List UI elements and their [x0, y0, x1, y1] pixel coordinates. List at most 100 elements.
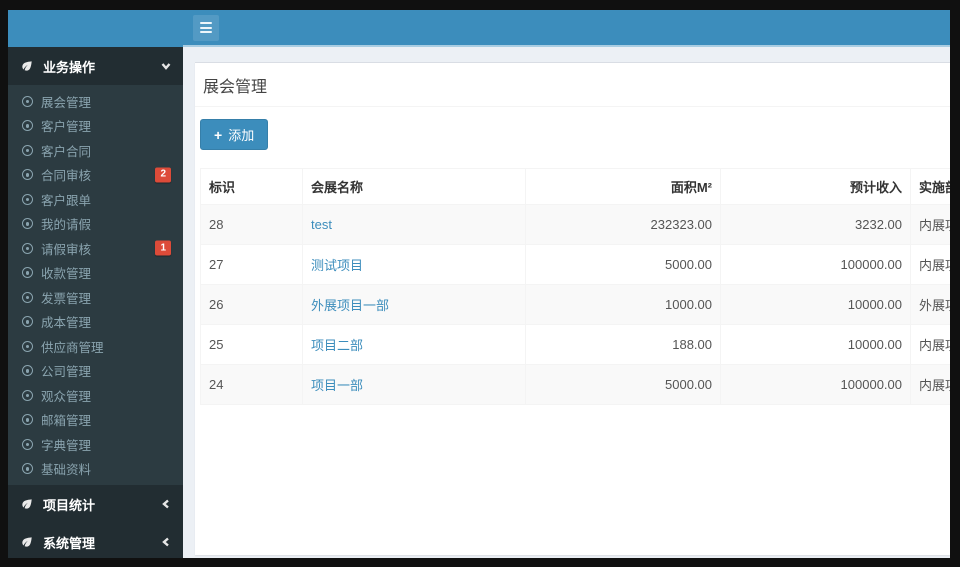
sidebar-section-business-ops[interactable]: 业务操作	[8, 47, 183, 85]
dot-circle-icon	[22, 169, 33, 181]
sidebar-item-exhibition-mgmt[interactable]: 展会管理	[8, 89, 183, 114]
sidebar-section-project-stats[interactable]: 项目统计	[8, 485, 183, 523]
table-row: 24 项目一部 5000.00 100000.00 内展项目	[200, 364, 950, 405]
sidebar-item-audience-mgmt[interactable]: 观众管理	[8, 383, 183, 408]
cell-id: 28	[200, 204, 303, 245]
sidebar-section-label: 业务操作	[43, 59, 96, 75]
dot-circle-icon	[22, 438, 33, 450]
dot-circle-icon	[22, 365, 33, 377]
plus-icon: +	[214, 126, 223, 143]
sidebar-item-supplier-mgmt[interactable]: 供应商管理	[8, 334, 183, 359]
sidebar-item-mailbox-mgmt[interactable]: 邮箱管理	[8, 408, 183, 433]
sidebar-item-cost-mgmt[interactable]: 成本管理	[8, 310, 183, 335]
sidebar-logo-area	[8, 10, 183, 47]
cell-dept: 内展项目	[910, 324, 950, 365]
hamburger-icon[interactable]	[193, 14, 219, 41]
sidebar-item-payment-mgmt[interactable]: 收款管理	[8, 261, 183, 286]
sidebar-item-customer-mgmt[interactable]: 客户管理	[8, 114, 183, 139]
cell-id: 25	[200, 324, 303, 365]
add-button[interactable]: + 添加	[200, 119, 269, 150]
chevron-down-icon	[161, 61, 171, 71]
chevron-left-icon	[161, 537, 171, 547]
cell-dept: 内展项目	[910, 244, 950, 285]
cell-area: 5000.00	[525, 244, 721, 285]
dot-circle-icon	[22, 414, 33, 426]
table-row: 26 外展项目一部 1000.00 10000.00 外展项目	[200, 284, 950, 325]
sidebar-item-contract-review[interactable]: 合同审核 2	[8, 163, 183, 188]
sidebar-item-customer-contract[interactable]: 客户合同	[8, 138, 183, 163]
dot-circle-icon	[22, 144, 33, 156]
content-area: 展会管理 + 添加 标识 会展名称 面积M² 预计收入 实施 28 test 2…	[183, 47, 950, 558]
exhibition-link[interactable]: 项目一部	[311, 378, 363, 393]
dot-circle-icon	[22, 389, 33, 401]
dot-circle-icon	[22, 340, 33, 352]
cell-dept: 内展项目	[910, 364, 950, 405]
exhibition-link[interactable]: test	[311, 217, 332, 232]
sidebar-menu: 业务操作 展会管理 客户管理 客户合同 合同审核 2 客户跟单 我的请假 请假审核…	[8, 47, 183, 558]
exhibition-link[interactable]: 测试项目	[311, 258, 363, 273]
cell-income: 100000.00	[720, 244, 911, 285]
chevron-left-icon	[161, 499, 171, 509]
cell-area: 1000.00	[525, 284, 721, 325]
dot-circle-icon	[22, 463, 33, 475]
content-box: 展会管理 + 添加 标识 会展名称 面积M² 预计收入 实施 28 test 2…	[195, 62, 950, 555]
cell-id: 26	[200, 284, 303, 325]
sidebar-item-invoice-mgmt[interactable]: 发票管理	[8, 285, 183, 310]
app-window: 业务操作 展会管理 客户管理 客户合同 合同审核 2 客户跟单 我的请假 请假审核…	[8, 10, 950, 558]
exhibition-link[interactable]: 外展项目一部	[311, 298, 389, 313]
cell-area: 5000.00	[525, 364, 721, 405]
col-header-income: 预计收入	[720, 168, 911, 205]
dot-circle-icon	[22, 291, 33, 303]
col-header-name: 会展名称	[302, 168, 526, 205]
screenshot-frame: 业务操作 展会管理 客户管理 客户合同 合同审核 2 客户跟单 我的请假 请假审核…	[0, 0, 960, 567]
sidebar-item-basic-data[interactable]: 基础资料	[8, 457, 183, 482]
box-body: + 添加 标识 会展名称 面积M² 预计收入 实施 28 test 232323…	[195, 107, 950, 415]
main-area: 展会管理 + 添加 标识 会展名称 面积M² 预计收入 实施 28 test 2…	[183, 10, 950, 558]
cell-income: 10000.00	[720, 324, 911, 365]
cell-dept: 内展项目	[910, 204, 950, 245]
sidebar-submenu: 展会管理 客户管理 客户合同 合同审核 2 客户跟单 我的请假 请假审核 1 收款管…	[8, 85, 183, 485]
dot-circle-icon	[22, 316, 33, 328]
sidebar-item-customer-followup[interactable]: 客户跟单	[8, 187, 183, 212]
dot-circle-icon	[22, 95, 33, 107]
sidebar-section-system-mgmt[interactable]: 系统管理	[8, 523, 183, 558]
cell-id: 24	[200, 364, 303, 405]
leaf-icon	[20, 535, 34, 549]
table-header-row: 标识 会展名称 面积M² 预计收入 实施部门	[200, 168, 950, 205]
sidebar-item-leave-review[interactable]: 请假审核 1	[8, 236, 183, 261]
dot-circle-icon	[22, 120, 33, 132]
dot-circle-icon	[22, 267, 33, 279]
sidebar-item-dictionary-mgmt[interactable]: 字典管理	[8, 432, 183, 457]
sidebar-section-label: 项目统计	[43, 497, 96, 513]
box-header: 展会管理	[195, 63, 950, 107]
exhibition-table: 标识 会展名称 面积M² 预计收入 实施部门 28 te	[200, 168, 950, 405]
table-row: 25 项目二部 188.00 10000.00 内展项目	[200, 324, 950, 365]
leaf-icon	[20, 497, 34, 511]
exhibition-link[interactable]: 项目二部	[311, 338, 363, 353]
cell-income: 10000.00	[720, 284, 911, 325]
add-button-label: 添加	[228, 128, 255, 143]
col-header-dept: 实施部门	[910, 168, 950, 205]
dot-circle-icon	[22, 218, 33, 230]
table-row: 27 测试项目 5000.00 100000.00 内展项目	[200, 244, 950, 285]
col-header-area: 面积M²	[525, 168, 721, 205]
page-title: 展会管理	[203, 79, 268, 96]
sidebar-item-my-leave[interactable]: 我的请假	[8, 212, 183, 237]
cell-income: 3232.00	[720, 204, 911, 245]
cell-area: 232323.00	[525, 204, 721, 245]
leaf-icon	[20, 59, 34, 73]
cell-id: 27	[200, 244, 303, 285]
contract-review-badge: 2	[155, 167, 171, 183]
dot-circle-icon	[22, 193, 33, 205]
sidebar-item-company-mgmt[interactable]: 公司管理	[8, 359, 183, 384]
cell-area: 188.00	[525, 324, 721, 365]
top-navbar	[183, 10, 950, 47]
table-row: 28 test 232323.00 3232.00 内展项目	[200, 204, 950, 245]
leave-review-badge: 1	[155, 240, 171, 256]
sidebar: 业务操作 展会管理 客户管理 客户合同 合同审核 2 客户跟单 我的请假 请假审核…	[8, 10, 183, 558]
cell-dept: 外展项目	[910, 284, 950, 325]
dot-circle-icon	[22, 242, 33, 254]
sidebar-section-label: 系统管理	[43, 535, 96, 551]
col-header-id: 标识	[200, 168, 303, 205]
cell-income: 100000.00	[720, 364, 911, 405]
